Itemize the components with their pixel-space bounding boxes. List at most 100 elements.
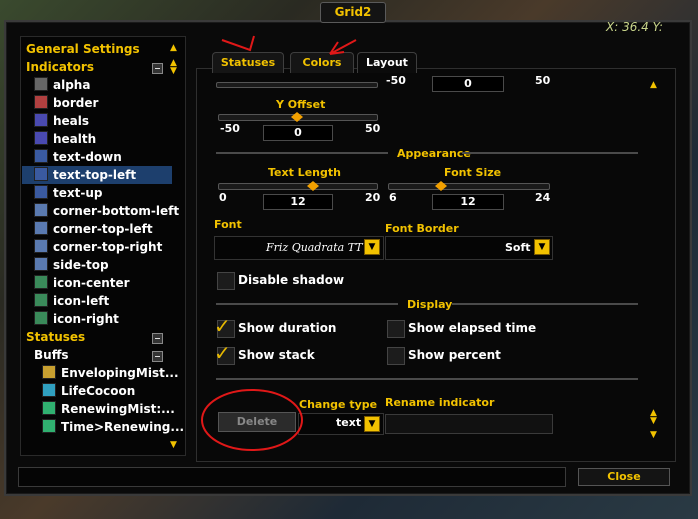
partial-slider-track[interactable] xyxy=(216,82,378,88)
tab-layout[interactable]: Layout xyxy=(357,52,417,73)
indicator-item[interactable]: corner-top-left xyxy=(34,220,153,238)
scroll-down-icon[interactable]: ▼ xyxy=(170,66,177,76)
text-length-label: Text Length xyxy=(268,166,341,179)
y-offset-min: -50 xyxy=(220,122,240,135)
text-icon xyxy=(34,167,48,181)
font-value: Friz Quadrata TT xyxy=(266,241,363,254)
tab-colors[interactable]: Colors xyxy=(290,52,354,73)
show-percent-checkbox[interactable] xyxy=(387,347,405,365)
slider-thumb-icon[interactable] xyxy=(306,181,319,191)
health-icon xyxy=(34,131,48,145)
image-icon xyxy=(34,275,48,289)
spell-icon xyxy=(42,365,56,379)
delete-button[interactable]: Delete xyxy=(218,412,296,432)
rename-label: Rename indicator xyxy=(385,396,495,409)
rename-input[interactable] xyxy=(385,414,553,434)
partial-min: -50 xyxy=(386,74,406,87)
general-settings[interactable]: General Settings xyxy=(26,40,140,58)
font-border-value: Soft xyxy=(505,241,531,254)
indicator-label: text-up xyxy=(53,186,103,200)
change-type-label: Change type xyxy=(299,398,378,411)
show-elapsed-label: Show elapsed time xyxy=(408,321,537,335)
indicator-item[interactable]: corner-bottom-left xyxy=(34,202,179,220)
statuses-header[interactable]: Statuses xyxy=(26,328,85,346)
buff-item[interactable]: RenewingMist:... xyxy=(42,400,175,418)
font-border-label: Font Border xyxy=(385,222,459,235)
show-stack-label: Show stack xyxy=(238,348,315,362)
scroll-up-icon[interactable]: ▲ xyxy=(650,80,657,90)
close-button[interactable]: Close xyxy=(578,468,670,486)
partial-max: 50 xyxy=(535,74,551,87)
text-length-slider[interactable] xyxy=(218,183,378,190)
font-size-slider[interactable] xyxy=(388,183,550,190)
collapse-icon[interactable] xyxy=(152,63,163,74)
indicator-label: border xyxy=(53,96,99,110)
show-elapsed-checkbox[interactable] xyxy=(387,320,405,338)
buff-item[interactable]: LifeCocoon xyxy=(42,382,135,400)
collapse-icon[interactable] xyxy=(152,333,163,344)
chevron-down-icon[interactable]: ▼ xyxy=(364,239,380,255)
font-size-value[interactable]: 12 xyxy=(432,194,504,210)
font-label: Font xyxy=(214,218,242,231)
border-icon xyxy=(34,95,48,109)
indicator-item[interactable]: corner-top-right xyxy=(34,238,162,256)
divider xyxy=(452,303,638,305)
text-icon xyxy=(34,149,48,163)
change-type-value: text xyxy=(336,416,362,429)
divider xyxy=(216,378,638,380)
y-offset-max: 50 xyxy=(365,122,381,135)
display-header: Display xyxy=(407,298,453,311)
text-length-value[interactable]: 12 xyxy=(263,194,333,210)
collapse-icon[interactable] xyxy=(152,351,163,362)
indicator-item[interactable]: side-top xyxy=(34,256,109,274)
disable-shadow-checkbox[interactable] xyxy=(217,272,235,290)
partial-value[interactable]: 0 xyxy=(432,76,504,92)
y-offset-value[interactable]: 0 xyxy=(263,125,333,141)
indicator-item[interactable]: icon-right xyxy=(34,310,119,328)
corner-icon xyxy=(34,221,48,235)
chevron-down-icon[interactable]: ▼ xyxy=(534,239,550,255)
scroll-down-icon[interactable]: ▼ xyxy=(650,430,657,440)
tab-statuses[interactable]: Statuses xyxy=(212,52,284,73)
slider-thumb-icon[interactable] xyxy=(291,112,303,122)
scroll-down-icon[interactable]: ▼ xyxy=(650,416,657,426)
buff-label: Time>Renewing... xyxy=(61,420,185,434)
text-length-max: 20 xyxy=(365,191,381,204)
slider-thumb-icon[interactable] xyxy=(434,181,447,191)
font-size-max: 24 xyxy=(535,191,551,204)
buff-label: RenewingMist:... xyxy=(61,402,175,416)
scroll-down-icon[interactable]: ▼ xyxy=(170,440,177,450)
indicators-header[interactable]: Indicators xyxy=(26,58,94,76)
spell-icon xyxy=(42,419,56,433)
buff-label: LifeCocoon xyxy=(61,384,136,398)
indicator-item[interactable]: text-down xyxy=(34,148,122,166)
buff-item[interactable]: Time>Renewing... xyxy=(42,418,184,436)
indicator-item[interactable]: text-up xyxy=(34,184,102,202)
scroll-up-icon[interactable]: ▲ xyxy=(170,43,177,53)
alpha-icon xyxy=(34,77,48,91)
appearance-header: Appearance xyxy=(397,147,471,160)
indicator-item[interactable]: heals xyxy=(34,112,89,130)
corner-icon xyxy=(34,239,48,253)
indicator-item[interactable]: icon-center xyxy=(34,274,130,292)
buff-item[interactable]: EnvelopingMist... xyxy=(42,364,179,382)
show-duration-label: Show duration xyxy=(238,321,337,335)
indicator-item[interactable]: icon-left xyxy=(34,292,109,310)
corner-icon xyxy=(34,203,48,217)
window-title: Grid2 xyxy=(320,2,386,23)
indicator-label: corner-top-left xyxy=(53,222,153,236)
text-icon xyxy=(34,185,48,199)
buffs-header[interactable]: Buffs xyxy=(34,346,69,364)
indicator-label: health xyxy=(53,132,97,146)
indicator-item[interactable]: text-top-left xyxy=(34,166,136,184)
image-icon xyxy=(34,311,48,325)
indicator-item[interactable]: border xyxy=(34,94,98,112)
spell-icon xyxy=(42,401,56,415)
image-icon xyxy=(34,293,48,307)
indicator-item[interactable]: health xyxy=(34,130,96,148)
y-offset-label: Y Offset xyxy=(276,98,326,111)
spell-icon xyxy=(42,383,56,397)
status-bar xyxy=(18,467,566,487)
chevron-down-icon[interactable]: ▼ xyxy=(364,416,380,432)
indicator-item[interactable]: alpha xyxy=(34,76,90,94)
